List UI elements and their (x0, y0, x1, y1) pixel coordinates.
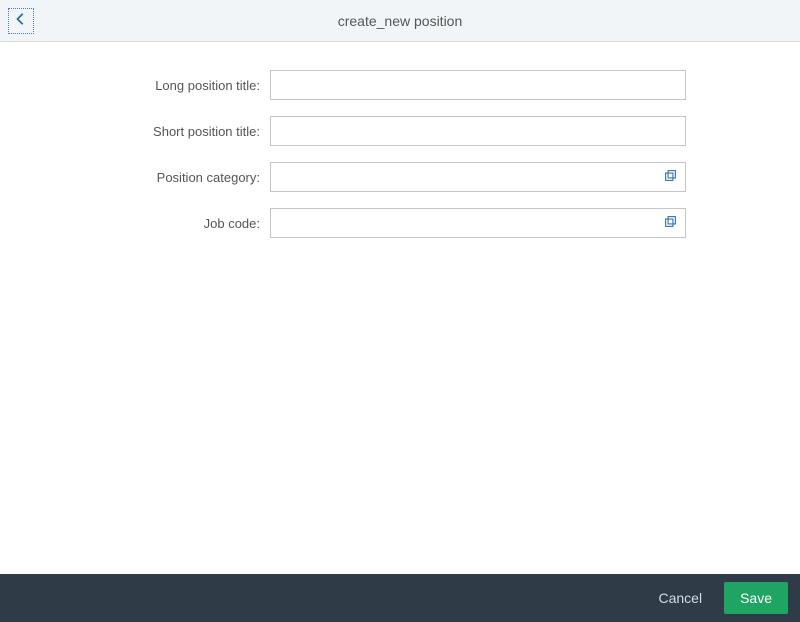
input-wrap (270, 208, 686, 238)
position-category-input[interactable] (270, 162, 686, 192)
job-code-value-help-button[interactable] (655, 209, 685, 237)
long-position-title-input[interactable] (270, 70, 686, 100)
position-category-value-help-button[interactable] (655, 163, 685, 191)
value-help-icon (664, 169, 677, 185)
short-position-title-input[interactable] (270, 116, 686, 146)
short-position-title-label: Short position title: (0, 124, 270, 139)
form-row-position-category: Position category: (0, 162, 800, 192)
cancel-button[interactable]: Cancel (644, 582, 716, 614)
page-header: create_new position (0, 0, 800, 42)
input-wrap (270, 162, 686, 192)
form-row-job-code: Job code: (0, 208, 800, 238)
job-code-input[interactable] (270, 208, 686, 238)
page-title: create_new position (0, 13, 800, 29)
footer-bar: Cancel Save (0, 574, 800, 622)
save-button[interactable]: Save (724, 582, 788, 614)
value-help-icon (664, 215, 677, 231)
chevron-left-icon (14, 12, 28, 29)
form-area: Long position title: Short position titl… (0, 42, 800, 238)
form-row-short-position-title: Short position title: (0, 116, 800, 146)
job-code-label: Job code: (0, 216, 270, 231)
form-row-long-position-title: Long position title: (0, 70, 800, 100)
input-wrap (270, 116, 686, 146)
position-category-label: Position category: (0, 170, 270, 185)
back-button[interactable] (8, 8, 34, 34)
long-position-title-label: Long position title: (0, 78, 270, 93)
input-wrap (270, 70, 686, 100)
